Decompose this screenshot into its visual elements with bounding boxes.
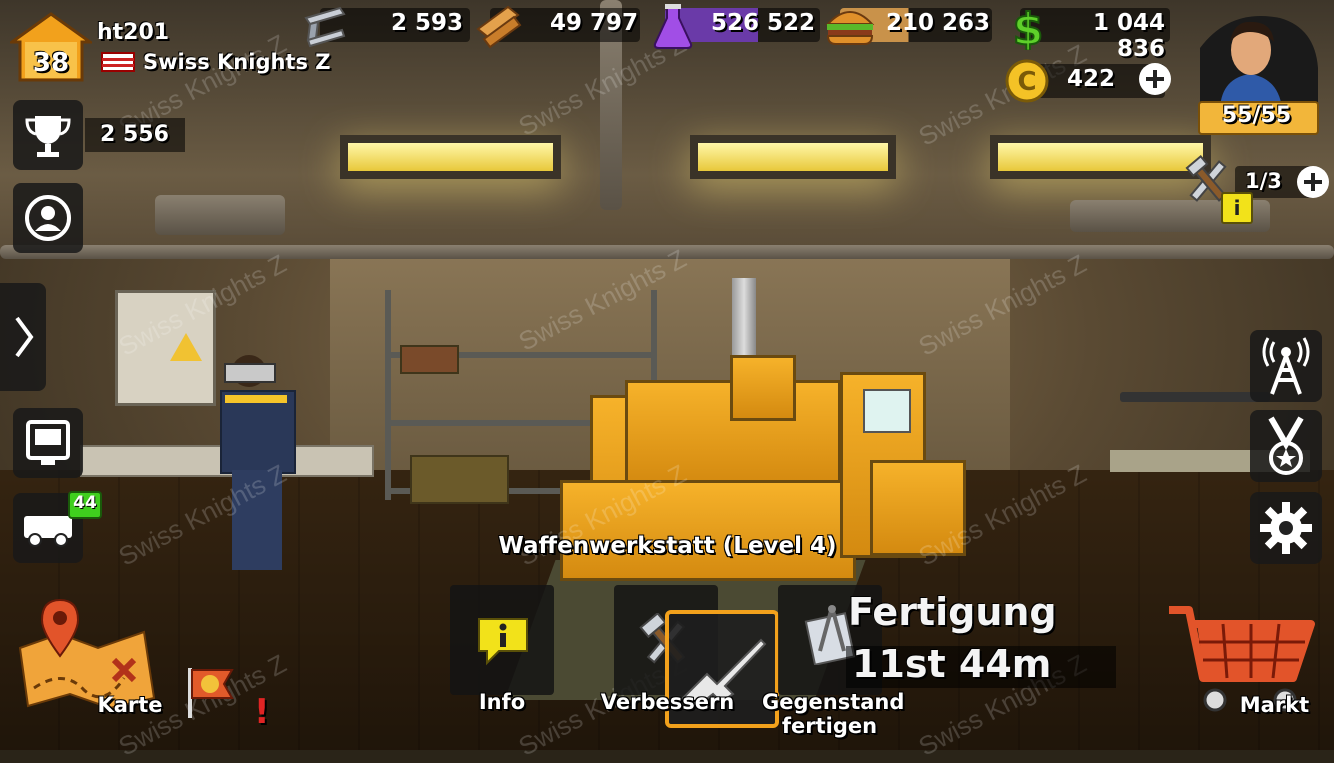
market-label: Markt — [1239, 693, 1310, 717]
gear-icon — [1260, 502, 1312, 554]
settings-button[interactable] — [1250, 492, 1322, 564]
builder-count: 1/3 — [1245, 169, 1282, 193]
production-label: Fertigung — [848, 590, 1057, 634]
trophy-count: 2 556 — [100, 122, 169, 147]
builder-info-icon[interactable]: i — [1221, 192, 1253, 224]
radio-tower-icon — [1262, 337, 1310, 395]
food-amount: 210 263 — [885, 10, 990, 36]
cnc-machine-base — [560, 480, 856, 581]
ceiling-light — [990, 135, 1211, 179]
clan-flag-icon — [188, 668, 234, 718]
ceiling-light — [690, 135, 896, 179]
garage-button[interactable]: 44 — [13, 491, 102, 563]
medal-icon — [1268, 416, 1304, 475]
pipe — [0, 245, 1334, 259]
clan-alert-icon: ! — [254, 692, 270, 732]
money-amount: 1 044 836 — [1092, 10, 1165, 62]
wood-amount: 49 797 — [549, 10, 638, 36]
hero-portrait[interactable] — [1190, 8, 1320, 108]
player-name[interactable]: ht201 — [97, 20, 169, 45]
electrical-box — [115, 290, 216, 406]
ceiling-light — [340, 135, 561, 179]
upgrade-label: Verbessern — [600, 690, 735, 714]
control-console — [870, 460, 966, 556]
plus-icon — [1304, 173, 1322, 191]
machine-spindle — [732, 278, 756, 358]
steel-amount: 2 593 — [390, 10, 463, 36]
player-level-badge[interactable]: 38 — [7, 12, 95, 82]
map-label: Karte — [97, 693, 163, 717]
map-button[interactable] — [14, 598, 164, 710]
building-title: Waffenwerkstatt (Level 4) — [498, 533, 837, 559]
crate — [400, 345, 459, 374]
burger-icon — [825, 11, 875, 45]
machine-head — [730, 355, 796, 421]
buy-coins-button[interactable] — [1139, 63, 1171, 95]
svg-text:$: $ — [1013, 4, 1044, 50]
hero-avatar — [1200, 16, 1318, 108]
profile-button[interactable] — [13, 183, 83, 253]
coin-icon: C — [1005, 59, 1049, 103]
warning-icon — [170, 333, 202, 361]
pipe — [155, 195, 285, 235]
clan-flag-icon — [100, 50, 136, 74]
info-button[interactable] — [450, 585, 554, 695]
craft-item-label: Gegenstand fertigen — [762, 690, 905, 738]
svg-text:C: C — [1017, 67, 1036, 97]
steel-beam-icon — [304, 6, 346, 48]
worker-character[interactable] — [220, 355, 300, 575]
reports-button[interactable] — [13, 408, 83, 478]
crate — [410, 455, 509, 504]
coins-amount: 422 — [1066, 66, 1115, 92]
hero-energy: 55/55 — [1221, 103, 1292, 128]
achievements-button[interactable] — [1250, 410, 1322, 482]
add-builder-button[interactable] — [1297, 166, 1329, 198]
info-label: Info — [478, 690, 526, 714]
monitor-icon — [26, 420, 70, 465]
radio-tower-button[interactable] — [1250, 330, 1322, 402]
garage-badge: 44 — [68, 491, 102, 519]
info-speech-icon — [478, 618, 528, 666]
production-timer: 11st 44m — [852, 642, 1052, 686]
sniper-rifle — [1120, 392, 1270, 402]
control-screen — [863, 389, 911, 433]
treasure-map-icon — [18, 598, 156, 710]
player-level: 38 — [32, 48, 70, 78]
clan-name[interactable]: Swiss Knights Z — [143, 50, 331, 74]
clan-button[interactable] — [176, 660, 238, 720]
vehicle-icon — [24, 516, 72, 547]
person-circle-icon — [25, 195, 71, 241]
flask-icon — [653, 4, 693, 49]
chemicals-amount: 526 522 — [710, 10, 815, 36]
plus-icon — [1146, 70, 1164, 88]
wood-planks-icon — [476, 5, 522, 49]
side-drawer-toggle[interactable] — [0, 283, 46, 391]
trophy-button[interactable] — [13, 100, 83, 170]
dollar-icon: $ — [1012, 4, 1045, 50]
chevron-right-icon — [15, 316, 34, 358]
trophy-icon — [25, 116, 71, 157]
